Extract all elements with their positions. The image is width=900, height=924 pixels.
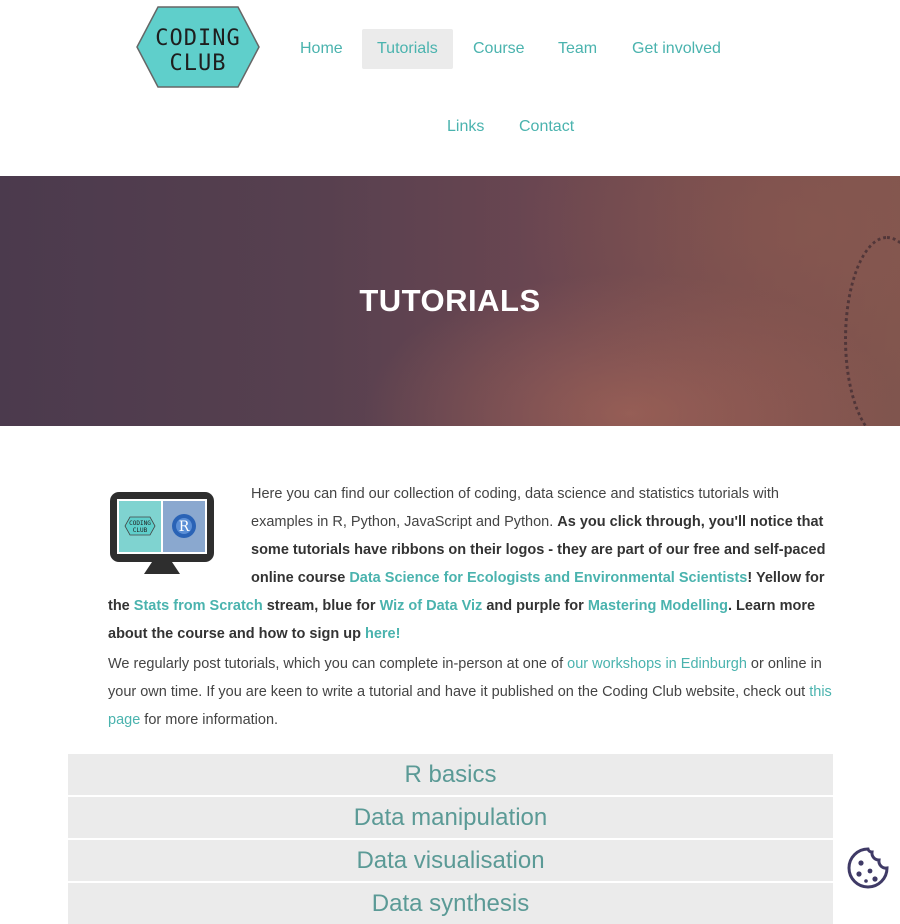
category-data-manipulation[interactable]: Data manipulation [68, 797, 833, 838]
nav-tutorials[interactable]: Tutorials [362, 29, 453, 69]
intro-paragraph-1: Here you can find our collection of codi… [108, 486, 826, 642]
sign-up-link[interactable]: here! [365, 626, 400, 642]
category-data-synthesis[interactable]: Data synthesis [68, 883, 833, 924]
hero-banner: TUTORIALS [0, 176, 900, 426]
intro-text: Here you can find our collection of codi… [108, 480, 836, 734]
stats-from-scratch-link[interactable]: Stats from Scratch [134, 598, 263, 614]
nav-course[interactable]: Course [473, 39, 525, 59]
logo-text-line2: CLUB [170, 51, 227, 76]
category-r-basics[interactable]: R basics [68, 754, 833, 795]
nav-team[interactable]: Team [558, 39, 597, 59]
nav-links[interactable]: Links [447, 117, 484, 137]
cookie-icon[interactable] [846, 846, 890, 890]
workshops-link[interactable]: our workshops in Edinburgh [567, 656, 747, 672]
wiz-of-data-viz-link[interactable]: Wiz of Data Viz [380, 598, 483, 614]
nav-get-involved[interactable]: Get involved [632, 39, 721, 59]
coding-club-logo[interactable]: CODING CLUB [136, 6, 260, 88]
hero-decoration [844, 236, 900, 426]
page-title: TUTORIALS [359, 283, 541, 318]
logo-text-line1: CODING [155, 26, 240, 51]
intro-paragraph-2: We regularly post tutorials, which you c… [108, 656, 832, 728]
category-data-visualisation[interactable]: Data visualisation [68, 840, 833, 881]
course-link[interactable]: Data Science for Ecologists and Environm… [349, 570, 747, 586]
nav-home[interactable]: Home [300, 39, 343, 59]
nav-contact[interactable]: Contact [519, 117, 574, 137]
mastering-modelling-link[interactable]: Mastering Modelling [588, 598, 728, 614]
